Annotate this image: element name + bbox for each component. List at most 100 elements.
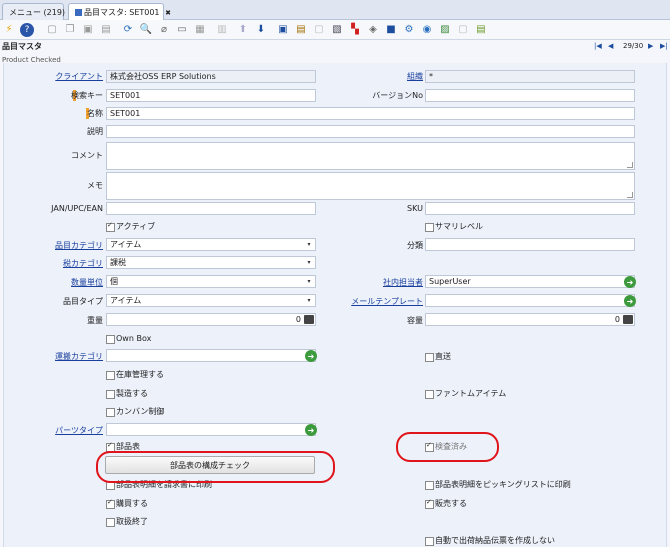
org-field: * <box>425 70 635 83</box>
previous-record-icon[interactable]: ◀ <box>608 42 613 50</box>
name-input[interactable]: SET001 <box>106 107 635 120</box>
refresh-icon[interactable]: ⟳ <box>121 23 135 37</box>
phantom-checkbox[interactable]: ファントムアイテム <box>425 388 506 399</box>
history-icon[interactable]: ▦ <box>193 23 207 37</box>
sku-input[interactable] <box>425 202 635 215</box>
save-icon[interactable]: ▣ <box>81 23 95 37</box>
sales-rep-input[interactable]: SuperUser <box>425 275 635 288</box>
product-type-select[interactable]: アイテム ▾ <box>106 294 316 307</box>
product-category-label[interactable]: 品目カテゴリ <box>55 240 103 251</box>
mail-template-label[interactable]: メールテンプレート <box>351 296 423 307</box>
window-title: 品目マスタ <box>2 42 42 51</box>
org-label[interactable]: 組織 <box>407 71 423 82</box>
help-icon[interactable]: ? <box>20 23 34 37</box>
lightning-icon[interactable]: ⚡ <box>2 23 16 37</box>
report-icon[interactable]: ▢ <box>312 23 326 37</box>
search-icon[interactable]: 🔍 <box>139 23 153 37</box>
discontinued-checkbox[interactable]: 取扱終了 <box>106 516 148 527</box>
calculator-icon[interactable] <box>304 315 314 324</box>
upc-input[interactable] <box>106 202 316 215</box>
client-label[interactable]: クライアント <box>55 71 103 82</box>
chevron-down-icon[interactable]: ▾ <box>303 276 315 287</box>
zoom-arrow-icon[interactable]: ➜ <box>624 276 636 288</box>
tab-product-label: 品目マスタ: SET001 <box>84 8 160 17</box>
weight-input[interactable]: 0 <box>106 313 316 326</box>
new-record-icon[interactable]: ▢ <box>45 23 59 37</box>
parent-record-icon[interactable]: ▣ <box>276 23 290 37</box>
uom-select[interactable]: 個 ▾ <box>106 275 316 288</box>
arrow-down-icon[interactable]: ⬇ <box>254 23 268 37</box>
copy-icon[interactable]: ❐ <box>63 23 77 37</box>
sold-checkbox[interactable]: 販売する <box>425 497 467 509</box>
version-label: バージョンNo <box>372 91 423 100</box>
classification-input[interactable] <box>425 238 635 251</box>
uom-label[interactable]: 数量単位 <box>71 277 103 288</box>
comment-textarea[interactable] <box>106 142 635 170</box>
product-category-value: アイテム <box>110 240 142 249</box>
active-checkbox[interactable]: アクティブ <box>106 220 155 232</box>
mail-template-input[interactable] <box>425 294 635 307</box>
product-category-select[interactable]: アイテム ▾ <box>106 238 316 251</box>
record-counter: 29/30 <box>623 42 644 50</box>
calculator-icon[interactable] <box>623 315 633 324</box>
chevron-down-icon[interactable]: ▾ <box>303 257 315 268</box>
memo-textarea[interactable] <box>106 172 635 200</box>
export-icon[interactable]: ▨ <box>438 23 452 37</box>
description-input[interactable] <box>106 125 635 138</box>
close-icon[interactable]: ✖ <box>165 9 171 17</box>
zoom-across-icon[interactable]: ◈ <box>366 23 380 37</box>
tab-menu-label: メニュー (219) <box>9 8 66 17</box>
no-auto-ship-checkbox[interactable]: 自動で出荷納品伝票を作成しない <box>425 535 555 546</box>
grid-toggle-icon[interactable]: ▥ <box>215 23 229 37</box>
record-navigation: |◀ ◀ 29/30 ▶ ▶| <box>594 42 670 54</box>
tab-bar: メニュー (219) 品目マスタ: SET001 ✖ <box>0 0 670 20</box>
zoom-arrow-icon[interactable]: ➜ <box>305 424 317 436</box>
toolbar: ⚡ ? ▢ ❐ ▣ ▤ ⟳ 🔍 ⌀ ▭ ▦ ▥ ⬆ ⬇ ▣ ▤ ▢ ▧ ▚ ◈ … <box>0 20 670 40</box>
active-workflows-icon[interactable]: ■ <box>384 23 398 37</box>
purchased-checkbox[interactable]: 購買する <box>106 497 148 509</box>
zoom-arrow-icon[interactable]: ➜ <box>305 350 317 362</box>
version-input[interactable] <box>425 89 635 102</box>
arrow-up-icon[interactable]: ⬆ <box>236 23 250 37</box>
last-record-icon[interactable]: ▶| <box>660 42 668 50</box>
exit-icon[interactable]: ▤ <box>474 23 488 37</box>
freight-category-input[interactable] <box>106 349 316 362</box>
part-type-input[interactable] <box>106 423 316 436</box>
drop-ship-checkbox[interactable]: 直送 <box>425 351 451 362</box>
part-type-label[interactable]: パーツタイプ <box>55 425 103 436</box>
next-record-icon[interactable]: ▶ <box>648 42 653 50</box>
print-icon[interactable]: ▚ <box>348 23 362 37</box>
kanban-checkbox[interactable]: カンバン制御 <box>106 406 164 417</box>
tab-menu[interactable]: メニュー (219) <box>2 3 66 20</box>
chevron-down-icon[interactable]: ▾ <box>303 239 315 250</box>
sales-rep-label[interactable]: 社内担当者 <box>383 277 423 288</box>
customize-icon[interactable]: ▢ <box>456 23 470 37</box>
attachment-icon[interactable]: ⌀ <box>157 23 171 37</box>
search-key-input[interactable]: SET001 <box>106 89 316 102</box>
uom-value: 個 <box>110 277 118 286</box>
summary-level-checkbox[interactable]: サマリレベル <box>425 221 483 232</box>
stocked-checkbox[interactable]: 在庫管理する <box>106 369 164 380</box>
request-icon[interactable]: ◉ <box>420 23 434 37</box>
tax-category-label[interactable]: 税カテゴリ <box>63 258 103 269</box>
weight-label: 重量 <box>87 316 103 325</box>
zoom-arrow-icon[interactable]: ➜ <box>624 295 636 307</box>
process-gear-icon[interactable]: ⚙ <box>402 23 416 37</box>
product-type-value: アイテム <box>110 296 142 305</box>
manufactured-checkbox[interactable]: 製造する <box>106 388 148 399</box>
chevron-down-icon[interactable]: ▾ <box>303 295 315 306</box>
delete-icon[interactable]: ▤ <box>99 23 113 37</box>
detail-record-icon[interactable]: ▤ <box>294 23 308 37</box>
first-record-icon[interactable]: |◀ <box>594 42 602 50</box>
tax-category-select[interactable]: 課税 ▾ <box>106 256 316 269</box>
own-box-checkbox[interactable]: Own Box <box>106 333 151 344</box>
window-icon <box>75 9 82 16</box>
volume-label: 容量 <box>407 316 423 325</box>
chat-icon[interactable]: ▭ <box>175 23 189 37</box>
volume-input[interactable]: 0 <box>425 313 635 326</box>
print-detail-picklist-checkbox[interactable]: 部品表明細をピッキングリストに印刷 <box>425 479 571 490</box>
tab-product[interactable]: 品目マスタ: SET001 ✖ <box>68 3 171 20</box>
archive-icon[interactable]: ▧ <box>330 23 344 37</box>
annotation-ring-verified <box>396 432 499 462</box>
freight-category-label[interactable]: 運搬カテゴリ <box>55 351 103 362</box>
